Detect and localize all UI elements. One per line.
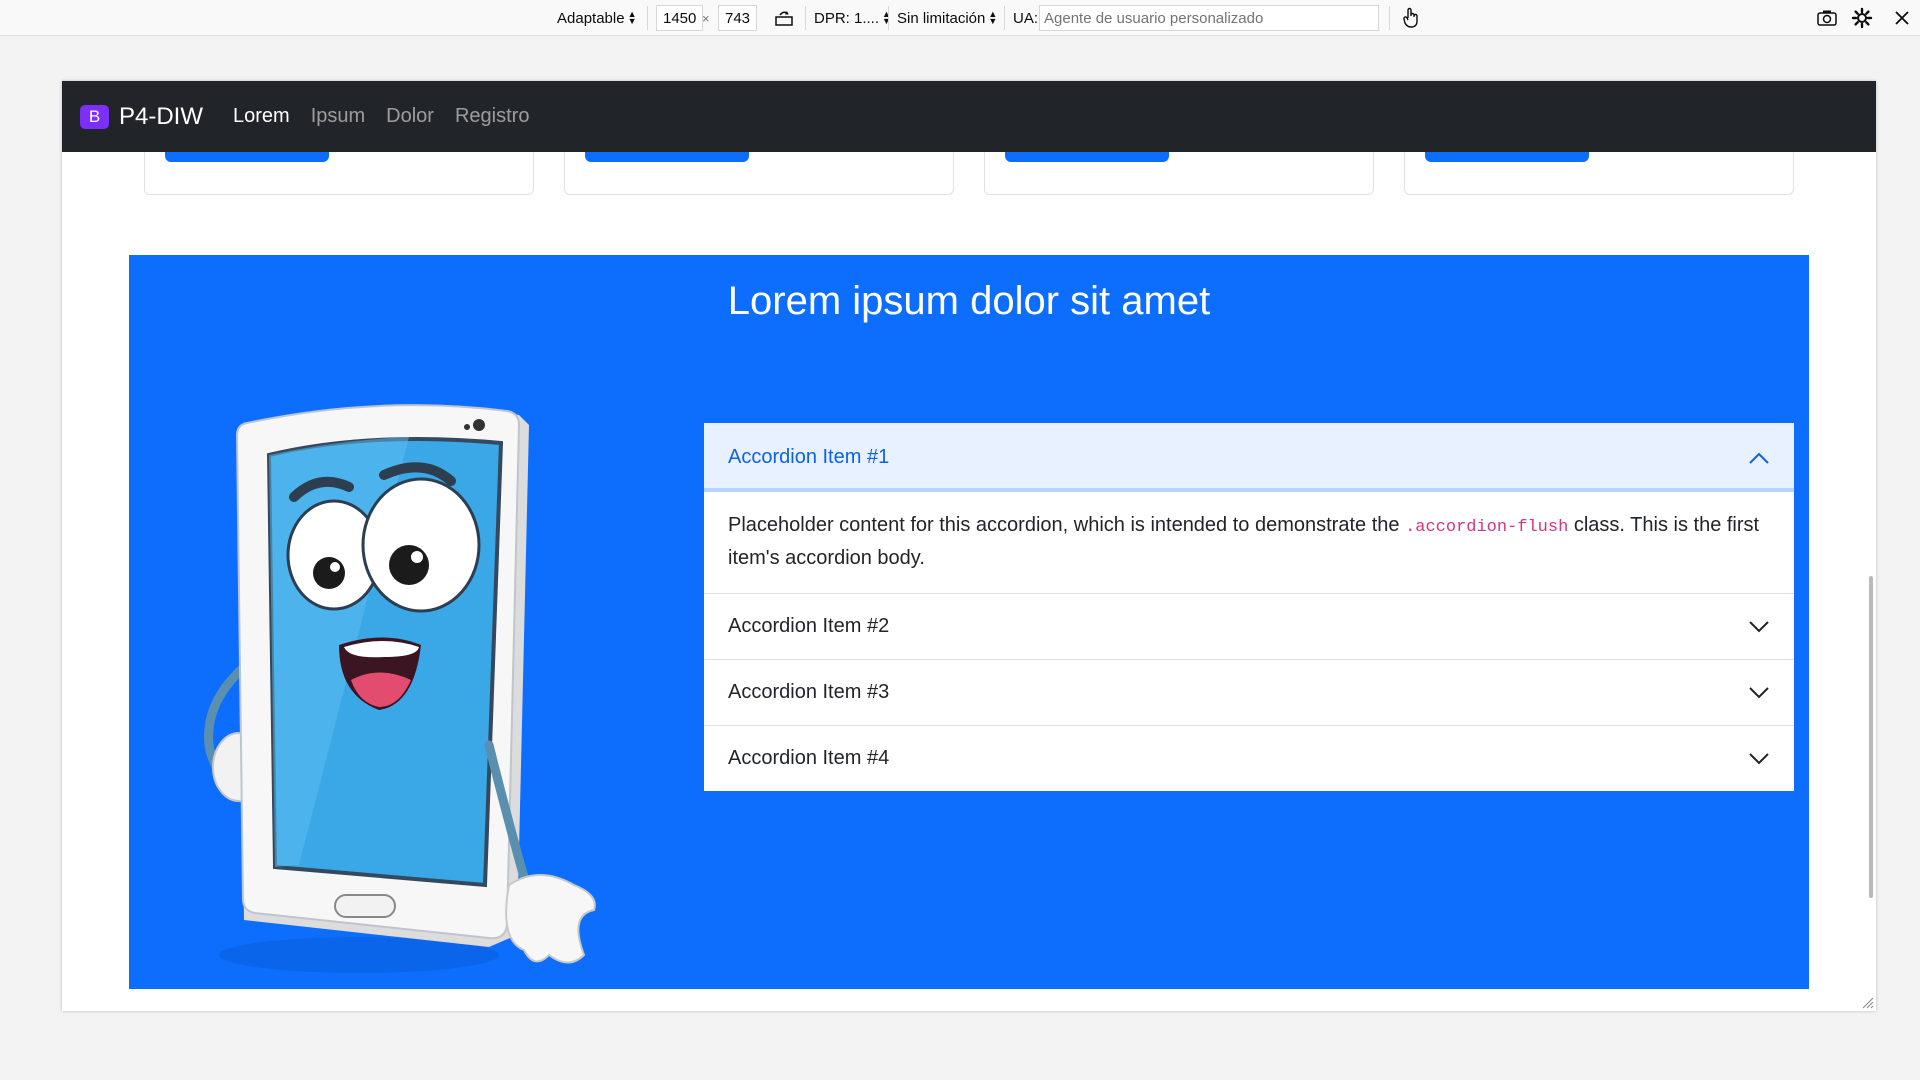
viewport-width-input[interactable]: 1450: [656, 5, 704, 31]
user-agent-input[interactable]: Agente de usuario personalizado: [1039, 5, 1379, 31]
resize-grip-icon[interactable]: [1860, 995, 1874, 1009]
screenshot-icon[interactable]: [1815, 6, 1839, 30]
responsive-toolbar: Adaptable ▲ ▼ 1450 × 743 DPR: 1.... ▲ ▼ Si…: [0, 0, 1920, 36]
nav-link-lorem[interactable]: Lorem: [233, 105, 290, 128]
toolbar-separator: [1389, 6, 1390, 30]
toolbar-separator: [805, 6, 806, 30]
accordion-header-3[interactable]: Accordion Item #3: [704, 660, 1794, 725]
select-arrows-icon: ▲ ▼: [882, 9, 891, 26]
accordion-item: Accordion Item #1 Placeholder content fo…: [704, 423, 1794, 594]
close-icon[interactable]: [1890, 6, 1914, 30]
device-mode-label: Adaptable: [557, 9, 625, 27]
dpr-label: DPR: 1....: [814, 9, 880, 27]
rotate-icon[interactable]: [772, 6, 796, 30]
accordion-title: Accordion Item #4: [728, 747, 890, 769]
chevron-up-icon: [1749, 452, 1769, 464]
chevron-down-icon: [1749, 620, 1769, 632]
emulated-viewport: B P4-DIW Lorem Ipsum Dolor Registro Go s…: [62, 81, 1876, 1011]
nav-link-registro[interactable]: Registro: [455, 105, 529, 128]
toolbar-separator: [1004, 6, 1005, 30]
settings-icon[interactable]: [1850, 6, 1874, 30]
hero-section: Lorem ipsum dolor sit amet Accordion Ite…: [129, 255, 1809, 989]
nav-link-dolor[interactable]: Dolor: [386, 105, 434, 128]
accordion-title: Accordion Item #1: [728, 446, 890, 468]
accordion-item: Accordion Item #2: [704, 594, 1794, 660]
touch-icon[interactable]: [1399, 6, 1423, 30]
dimension-separator: ×: [702, 10, 710, 26]
toolbar-separator: [647, 6, 648, 30]
accordion-item: Accordion Item #3: [704, 660, 1794, 726]
navbar: B P4-DIW Lorem Ipsum Dolor Registro: [62, 81, 1876, 152]
throttling-label: Sin limitación: [897, 9, 986, 27]
select-arrows-icon: ▲ ▼: [988, 9, 998, 26]
accordion: Accordion Item #1 Placeholder content fo…: [704, 423, 1794, 791]
device-mode-select[interactable]: Adaptable ▲ ▼: [557, 0, 636, 36]
accordion-body: Placeholder content for this accordion, …: [704, 492, 1794, 593]
toolbar-separator: [888, 6, 889, 30]
vertical-scrollbar[interactable]: [1869, 576, 1873, 898]
nav-link-ipsum[interactable]: Ipsum: [311, 105, 365, 128]
navbar-brand[interactable]: B P4-DIW: [80, 103, 233, 131]
select-arrows-icon: ▲ ▼: [627, 9, 637, 26]
brand-name: P4-DIW: [119, 102, 203, 130]
accordion-header-1[interactable]: Accordion Item #1: [704, 423, 1794, 492]
accordion-body-code: .accordion-flush: [1405, 518, 1569, 537]
viewport-height-input[interactable]: 743: [718, 5, 758, 31]
ua-label: UA:: [1013, 9, 1039, 27]
bootstrap-logo-icon: B: [80, 104, 109, 129]
accordion-body-text: Placeholder content for this accordion, …: [728, 514, 1406, 536]
chevron-down-icon: [1749, 686, 1769, 698]
chevron-down-icon: [1749, 752, 1769, 764]
accordion-title: Accordion Item #3: [728, 681, 890, 703]
accordion-header-4[interactable]: Accordion Item #4: [704, 726, 1794, 791]
accordion-title: Accordion Item #2: [728, 615, 890, 637]
accordion-item: Accordion Item #4: [704, 726, 1794, 791]
phone-mascot-illustration: [204, 404, 596, 973]
hero-title: Lorem ipsum dolor sit amet: [727, 279, 1211, 323]
throttling-select[interactable]: Sin limitación ▲ ▼: [897, 0, 997, 36]
dpr-select[interactable]: DPR: 1.... ▲ ▼: [814, 0, 891, 36]
accordion-header-2[interactable]: Accordion Item #2: [704, 594, 1794, 659]
